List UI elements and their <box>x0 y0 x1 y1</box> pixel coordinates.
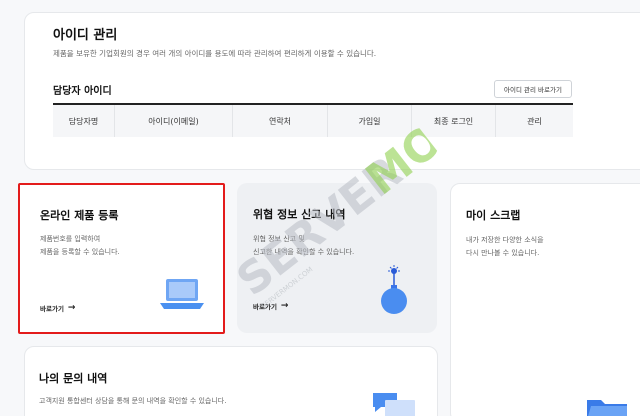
column-header-manage: 관리 <box>527 116 542 126</box>
arrow-right-icon: → <box>67 303 76 313</box>
threat-card-shortcut-link[interactable]: 바로가기 → <box>253 301 288 311</box>
threat-card-link-label: 바로가기 <box>253 303 277 311</box>
chat-icon <box>373 393 415 416</box>
online-card-desc-line1: 제품번호를 입력하여 <box>40 235 101 243</box>
online-card-shortcut-link[interactable]: 바로가기 → <box>40 303 75 313</box>
scrap-card-desc-line2: 다시 만나볼 수 있습니다. <box>466 249 540 257</box>
threat-card-title: 위협 정보 신고 내역 <box>253 208 346 221</box>
inquiry-card-desc: 고객지원 통합센터 상담을 통해 문의 내역을 확인할 수 있습니다. <box>39 397 227 405</box>
online-product-registration-card[interactable]: 온라인 제품 등록 제품번호를 입력하여 제품을 등록할 수 있습니다. 바로가… <box>18 183 225 334</box>
folder-icon <box>587 400 627 416</box>
column-header-join-date: 가입일 <box>328 105 412 137</box>
threat-report-card[interactable]: 위협 정보 신고 내역 위협 정보 신고 및 신고한 내역을 확인할 수 있습니… <box>237 183 437 333</box>
scrap-card-desc-line1: 내가 저장한 다양한 소식을 <box>466 236 544 244</box>
online-card-title: 온라인 제품 등록 <box>40 209 119 222</box>
manager-id-title: 담당자 아이디 <box>53 86 112 97</box>
column-header-id-email: 아이디(이메일) <box>115 105 233 137</box>
manager-table-header: 담당자명 아이디(이메일) 연락처 가입일 최종 로그인 관리 <box>53 103 573 137</box>
id-management-shortcut-button[interactable]: 아이디 관리 바로가기 <box>494 80 572 98</box>
laptop-icon <box>160 279 204 309</box>
online-card-desc-line2: 제품을 등록할 수 있습니다. <box>40 248 120 256</box>
column-header-contact: 연락처 <box>233 105 328 137</box>
id-management-title: 아이디 관리 <box>53 28 118 43</box>
my-scrap-card[interactable]: 마이 스크랩 내가 저장한 다양한 소식을 다시 만나볼 수 있습니다. <box>450 183 640 416</box>
bomb-icon <box>381 265 407 314</box>
my-inquiry-card[interactable]: 나의 문의 내역 고객지원 통합센터 상담을 통해 문의 내역을 확인할 수 있… <box>24 346 438 416</box>
column-header-last-login: 최종 로그인 <box>412 105 496 137</box>
threat-card-desc-line2: 신고한 내역을 확인할 수 있습니다. <box>253 248 355 256</box>
page: 아이디 관리 제품을 보유한 기업회원의 경우 여러 개의 아이디를 용도에 따… <box>0 0 640 416</box>
arrow-right-icon: → <box>280 301 289 311</box>
online-card-link-label: 바로가기 <box>40 305 64 313</box>
id-management-description: 제품을 보유한 기업회원의 경우 여러 개의 아이디를 용도에 따라 관리하여 … <box>53 49 377 58</box>
threat-card-desc-line1: 위협 정보 신고 및 <box>253 235 305 243</box>
column-header-manager-name: 담당자명 <box>53 105 115 137</box>
scrap-card-title: 마이 스크랩 <box>466 209 521 222</box>
inquiry-card-title: 나의 문의 내역 <box>39 372 108 385</box>
